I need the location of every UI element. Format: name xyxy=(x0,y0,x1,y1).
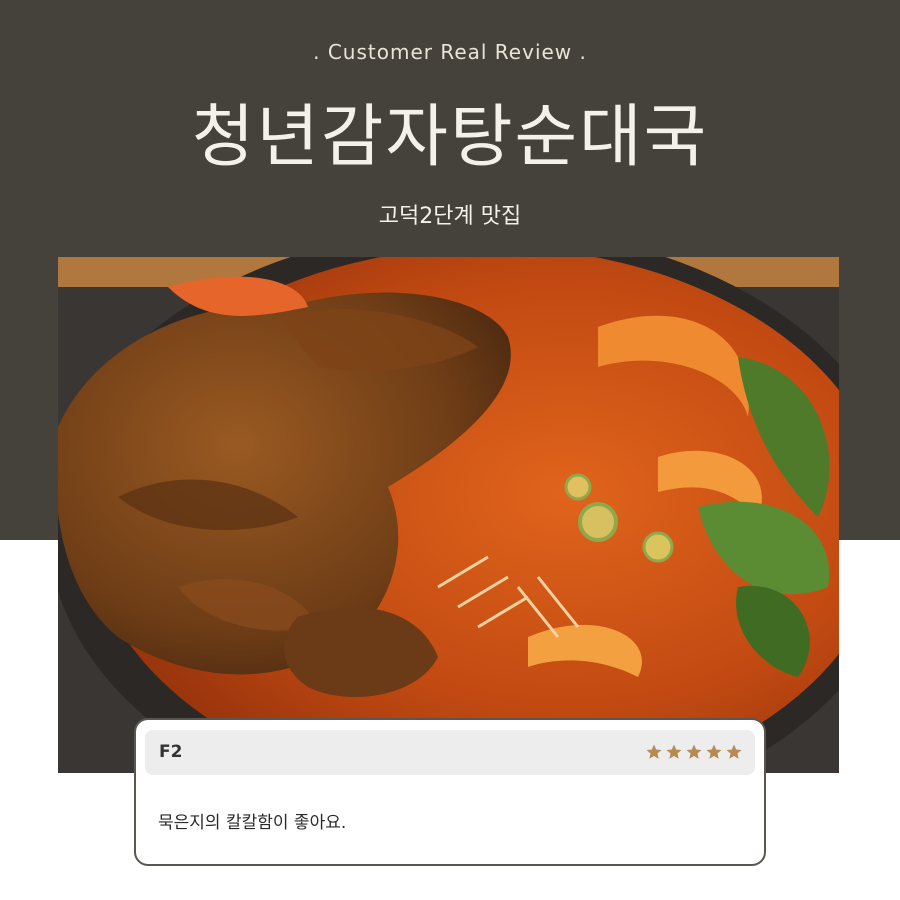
star-icon xyxy=(686,744,702,759)
star-icon xyxy=(726,744,742,759)
page-subtitle: 고덕2단계 맛집 xyxy=(378,204,522,229)
star-icon xyxy=(666,744,682,759)
eyebrow-label: . Customer Real Review . xyxy=(313,40,587,64)
star-icon xyxy=(646,744,662,759)
review-card: F2 묵은지의 칼칼함이 좋아요. xyxy=(134,718,766,866)
stew-photo xyxy=(58,257,839,773)
star-rating xyxy=(645,743,743,761)
star-icon xyxy=(706,744,722,759)
reviewer-name: F2 xyxy=(159,742,183,762)
review-card-header: F2 xyxy=(145,730,755,775)
page-title: 청년감자탕순대국 xyxy=(191,98,709,177)
review-text: 묵은지의 칼칼함이 좋아요. xyxy=(158,813,347,833)
